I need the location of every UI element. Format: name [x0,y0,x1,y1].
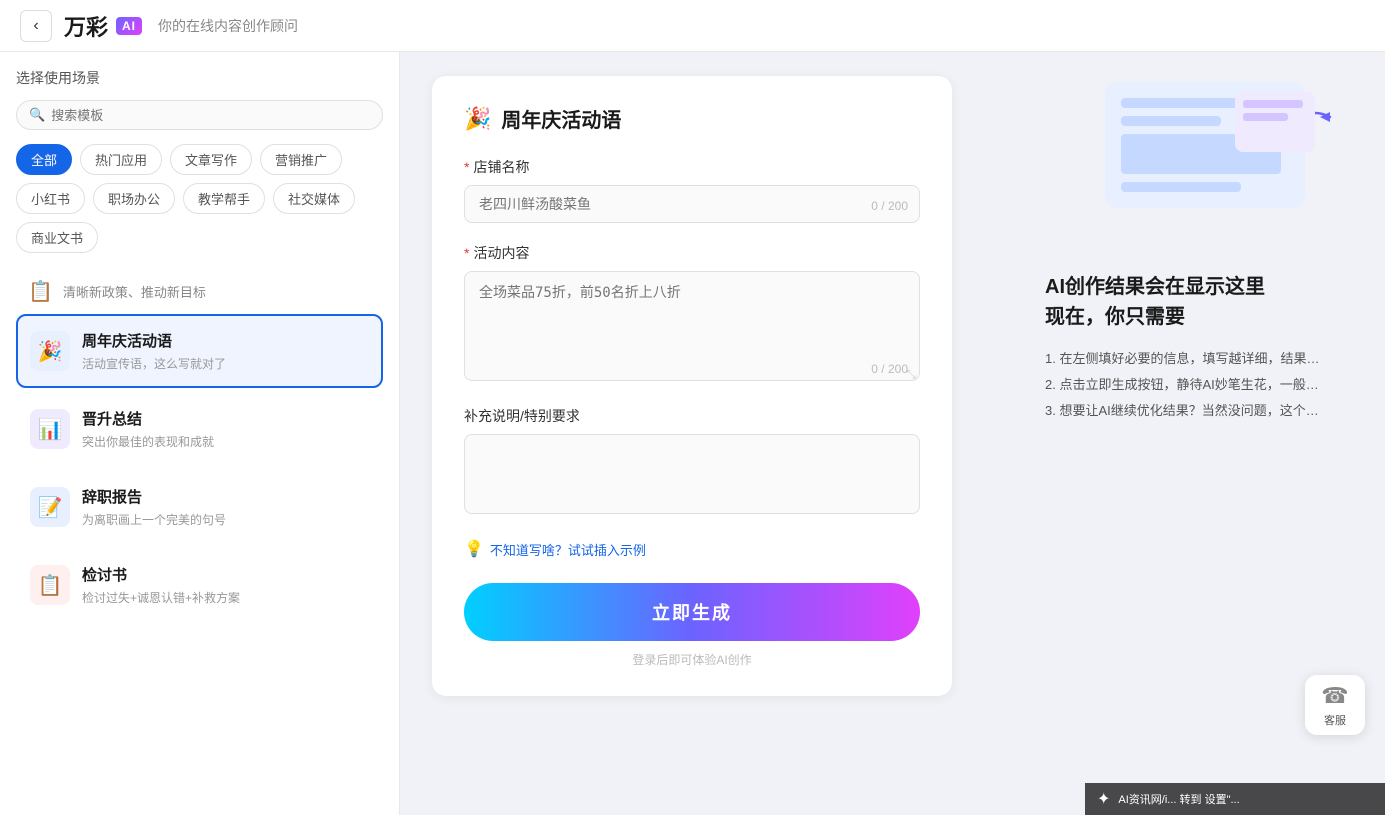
item-desc-resignation: 为离职画上一个完美的句号 [82,511,369,528]
sidebar-title: 选择使用场景 [16,68,383,88]
field-label-supplement: 补充说明/特别要求 [464,406,920,426]
item-content-promotion: 晋升总结 突出你最佳的表现和成就 [82,408,369,450]
resize-handle: ⤡ [906,367,916,382]
shop-name-input[interactable] [464,185,920,223]
field-activity: * 活动内容 0 / 200 ⤡ [464,243,920,386]
label-text-shop: 店铺名称 [473,157,529,177]
required-mark-2: * [464,245,469,261]
list-item-resignation[interactable]: 📝 辞职报告 为离职画上一个完美的句号 [16,470,383,544]
cs-icon: ☎ [1321,683,1348,709]
tag-article[interactable]: 文章写作 [170,144,252,175]
item-icon-resignation: 📝 [30,487,70,527]
ai-step-1: 1. 在左侧填好必要的信息，填写越详细，结果越准... [1045,346,1325,372]
ai-hint-title-1: AI创作结果会在显示这里 [1045,276,1265,298]
tag-office[interactable]: 职场办公 [93,183,175,214]
ai-step-2: 2. 点击立即生成按钮，静待AI妙笔生花，一般在1秒... [1045,372,1325,398]
item-title-promotion: 晋升总结 [82,408,369,429]
list-item-review[interactable]: 📋 检讨书 检讨过失+诚恩认错+补救方案 [16,548,383,622]
ai-hint-list: 1. 在左侧填好必要的信息，填写越详细，结果越准... 2. 点击立即生成按钮，… [1045,346,1345,424]
field-supplement: 补充说明/特别要求 [464,406,920,519]
form-title: 周年庆活动语 [501,104,621,133]
deco-illustration [1105,82,1305,208]
form-header: 🎉 周年庆活动语 [464,104,920,133]
banner-text: AI资讯网/i... 转到 设置"... [1118,791,1239,807]
search-icon: 🔍 [29,107,45,123]
sep-item: 📋 清晰新政策、推动新目标 [16,269,383,314]
item-icon-anniversary: 🎉 [30,331,70,371]
login-hint: 登录后即可体验AI创作 [464,651,920,668]
list-item-promotion[interactable]: 📊 晋升总结 突出你最佳的表现和成就 [16,392,383,466]
logo-text: 万彩 [64,10,108,42]
header-subtitle: 你的在线内容创作顾问 [158,16,298,36]
ai-hint-title-2: 现在，你只需要 [1045,306,1185,328]
generate-button[interactable]: 立即生成 [464,583,920,641]
form-card: 🎉 周年庆活动语 * 店铺名称 0 / 200 * 活动内容 [432,76,952,696]
list-item-anniversary[interactable]: 🎉 周年庆活动语 活动宣传语，这么写就对了 [16,314,383,388]
ai-step-3: 3. 想要让AI继续优化结果？当然没问题，这个功能... [1045,398,1325,424]
tag-social[interactable]: 社交媒体 [273,183,355,214]
item-title-review: 检讨书 [82,564,369,585]
bottom-banner: ✦ AI资讯网/i... 转到 设置"... [1085,783,1385,815]
label-text-supplement: 补充说明/特别要求 [464,406,580,426]
sep-label: 清晰新政策、推动新目标 [63,282,206,301]
ai-hint-box: AI创作结果会在显示这里 现在，你只需要 1. 在左侧填好必要的信息，填写越详细… [1045,272,1345,424]
char-count-activity: 0 / 200 [871,362,908,376]
main-layout: 选择使用场景 🔍 全部 热门应用 文章写作 营销推广 小红书 职场办公 教学帮手… [0,52,1385,815]
field-label-shop: * 店铺名称 [464,157,920,177]
supplement-textarea[interactable] [464,434,920,514]
item-content-review: 检讨书 检讨过失+诚恩认错+补救方案 [82,564,369,606]
search-box: 🔍 [16,100,383,130]
back-button[interactable]: ‹ [20,10,52,42]
search-input[interactable] [51,108,370,123]
item-content-anniversary: 周年庆活动语 活动宣传语，这么写就对了 [82,330,369,372]
activity-content-textarea[interactable] [464,271,920,381]
banner-icon: ✦ [1097,789,1110,809]
main-content: 🎉 周年庆活动语 * 店铺名称 0 / 200 * 活动内容 [400,52,1385,815]
header: ‹ 万彩 AI 你的在线内容创作顾问 [0,0,1385,52]
logo-ai-badge: AI [116,17,142,35]
tag-xiaohongshu[interactable]: 小红书 [16,183,85,214]
item-desc-promotion: 突出你最佳的表现和成就 [82,433,369,450]
field-label-activity: * 活动内容 [464,243,920,263]
item-desc-review: 检讨过失+诚恩认错+补救方案 [82,589,369,606]
tag-hot[interactable]: 热门应用 [80,144,162,175]
tag-marketing[interactable]: 营销推广 [260,144,342,175]
field-input-wrap-activity: 0 / 200 ⤡ [464,271,920,386]
item-desc-anniversary: 活动宣传语，这么写就对了 [82,355,369,372]
field-shop-name: * 店铺名称 0 / 200 [464,157,920,223]
item-title-resignation: 辞职报告 [82,486,369,507]
label-text-activity: 活动内容 [473,243,529,263]
hint-row: 💡 不知道写啥？试试插入示例 [464,539,920,559]
cs-label: 客服 [1324,712,1346,728]
field-input-wrap-supplement [464,434,920,519]
item-icon-promotion: 📊 [30,409,70,449]
tags-area: 全部 热门应用 文章写作 营销推广 小红书 职场办公 教学帮手 社交媒体 商业文… [16,144,383,253]
tag-business[interactable]: 商业文书 [16,222,98,253]
sidebar: 选择使用场景 🔍 全部 热门应用 文章写作 营销推广 小红书 职场办公 教学帮手… [0,52,400,815]
hint-link[interactable]: 不知道写啥？试试插入示例 [490,540,646,559]
item-title-anniversary: 周年庆活动语 [82,330,369,351]
customer-service-button[interactable]: ☎ 客服 [1305,675,1365,735]
logo-area: 万彩 AI [64,10,142,42]
char-count-shop: 0 / 200 [871,199,908,213]
back-icon: ‹ [33,17,38,35]
tag-all[interactable]: 全部 [16,144,72,175]
tag-teaching[interactable]: 教学帮手 [183,183,265,214]
required-mark-1: * [464,159,469,175]
hint-icon: 💡 [464,539,484,559]
form-header-icon: 🎉 [464,106,491,132]
item-content-resignation: 辞职报告 为离职画上一个完美的句号 [82,486,369,528]
item-icon-review: 📋 [30,565,70,605]
sep-icon: 📋 [28,279,53,304]
field-input-wrap-shop: 0 / 200 [464,185,920,223]
